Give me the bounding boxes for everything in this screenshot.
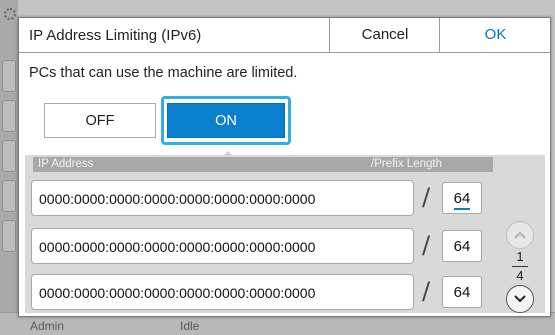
dialog-header: IP Address Limiting (IPv6) Cancel OK [19, 18, 550, 53]
background-tab [2, 140, 16, 172]
prefix-separator: / [422, 183, 431, 211]
chevron-up-icon [514, 231, 526, 239]
background-tab [2, 100, 16, 132]
background-status-state: Idle [180, 319, 200, 333]
background-tab [2, 60, 16, 92]
column-header-prefix-length: /Prefix Length [371, 158, 442, 170]
scroll-up-button[interactable] [506, 221, 534, 249]
prefix-length-value: 64 [453, 238, 471, 255]
background-status-user: Admin [30, 319, 65, 333]
page-total: 4 [516, 268, 524, 283]
prefix-length-field[interactable]: 64 [442, 182, 482, 214]
prefix-separator: / [422, 231, 431, 259]
dialog-title: IP Address Limiting (IPv6) [29, 27, 202, 44]
background-tab [2, 220, 16, 252]
ip-row: 0000:0000:0000:0000:0000:0000:0000:0000 … [25, 180, 495, 216]
dialog-description: PCs that can use the machine are limited… [29, 65, 298, 81]
ip-address-list-panel: IP Address /Prefix Length 0000:0000:0000… [25, 155, 545, 313]
page-current: 1 [516, 249, 524, 264]
ok-button[interactable]: OK [439, 18, 551, 52]
ip-address-field[interactable]: 0000:0000:0000:0000:0000:0000:0000:0000 [31, 228, 414, 264]
page-divider [512, 266, 528, 267]
column-header-ip-address: IP Address [38, 158, 94, 170]
prefix-length-value: 64 [453, 190, 471, 210]
ip-address-limiting-dialog: IP Address Limiting (IPv6) Cancel OK PCs… [18, 17, 551, 317]
settings-gear-icon [4, 8, 16, 20]
prefix-separator: / [422, 277, 431, 305]
prefix-length-value: 64 [453, 284, 471, 301]
prefix-length-field[interactable]: 64 [442, 230, 482, 262]
column-header: IP Address /Prefix Length [33, 157, 493, 172]
ip-row: 0000:0000:0000:0000:0000:0000:0000:0000 … [25, 274, 495, 310]
background-sidebar [0, 0, 18, 334]
ip-address-field[interactable]: 0000:0000:0000:0000:0000:0000:0000:0000 [31, 180, 414, 216]
ip-row: 0000:0000:0000:0000:0000:0000:0000:0000 … [25, 228, 495, 264]
background-tab [2, 180, 16, 212]
cancel-button[interactable]: Cancel [329, 18, 440, 52]
toggle-off-button[interactable]: OFF [44, 103, 156, 138]
scroll-down-button[interactable] [506, 285, 534, 313]
chevron-down-icon [514, 295, 526, 303]
ip-address-field[interactable]: 0000:0000:0000:0000:0000:0000:0000:0000 [31, 274, 414, 310]
toggle-on-button[interactable]: ON [167, 103, 285, 138]
prefix-length-field[interactable]: 64 [442, 276, 482, 308]
